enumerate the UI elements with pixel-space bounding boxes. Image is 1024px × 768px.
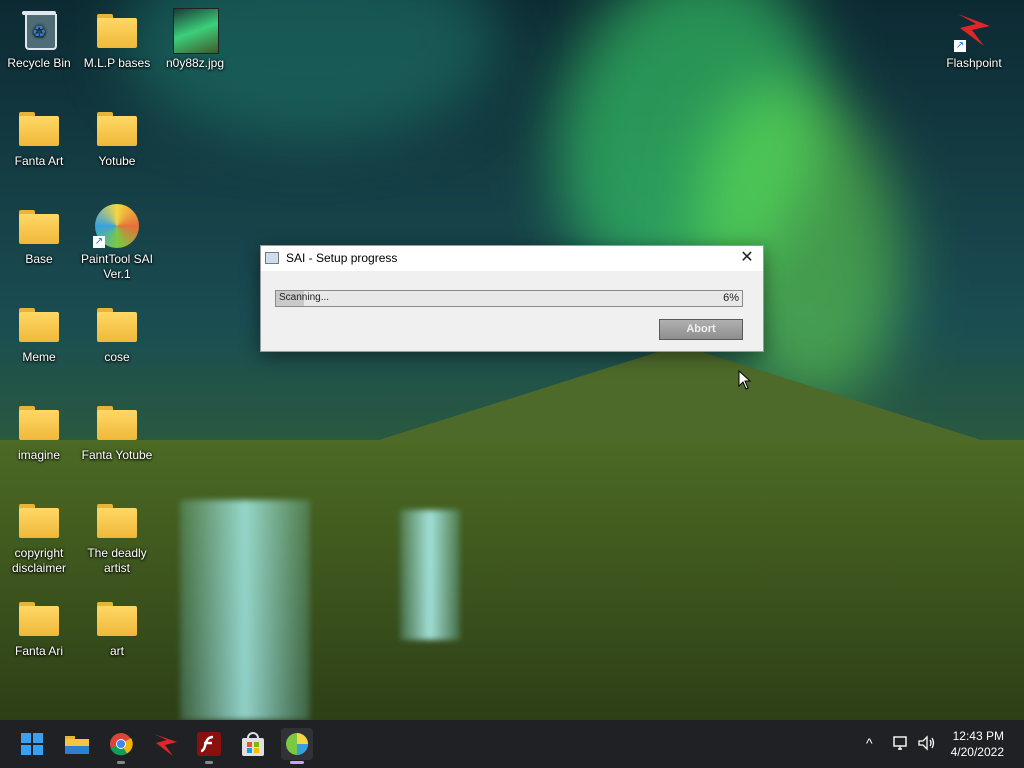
running-indicator [117,761,125,764]
flashpoint-icon [154,734,177,756]
desktop-icon-label: The deadly artist [87,546,147,575]
network-icon[interactable] [892,734,910,752]
desktop-icon-base[interactable]: Base [1,204,77,267]
desktop-icon-label: Yotube [98,154,136,168]
folder-icon [15,498,63,542]
setup-progress-dialog: SAI - Setup progress ✕ Scanning... 6% Ab… [260,245,764,352]
desktop-icon-the-deadly-artist[interactable]: The deadly artist [79,498,155,576]
desktop-icon-label: art [109,644,124,658]
desktop-icon-label: Fanta Ari [14,644,64,658]
mouse-cursor-icon [738,370,752,390]
folder-icon [15,204,63,248]
dialog-titlebar[interactable]: SAI - Setup progress ✕ [261,246,763,270]
folder-icon [93,106,141,150]
desktop-icon-meme[interactable]: Meme [1,302,77,365]
shortcut-arrow-icon: ↗ [93,236,105,248]
desktop-icon-mlp-bases[interactable]: M.L.P bases [79,8,155,71]
desktop-icon-label: M.L.P bases [83,56,151,70]
taskbar-file-explorer[interactable] [61,728,93,760]
shortcut-arrow-icon: ↗ [954,40,966,52]
folder-icon [15,400,63,444]
desktop-icon-yotube[interactable]: Yotube [79,106,155,169]
desktop-icon-cose[interactable]: cose [79,302,155,365]
window-app-icon [265,252,279,264]
desktop-icon-label: Fanta Yotube [81,448,153,462]
taskbar-flash[interactable] [193,728,225,764]
desktop-icon-label: copyright disclaimer [11,546,66,575]
show-hidden-icons-chevron[interactable]: ^ [866,735,873,751]
taskbar: ^ 12:43 PM 4/20/2022 [0,720,1024,768]
desktop-icon-painttool-sai[interactable]: ↗ PaintTool SAI Ver.1 [79,204,155,282]
taskbar-clock[interactable]: 12:43 PM 4/20/2022 [951,728,1004,760]
active-indicator [290,761,304,764]
recycle-bin-icon: ♻ [15,8,63,52]
meadow [0,440,1024,720]
desktop-icon-label: Base [25,252,53,266]
desktop-icon-label: Meme [22,350,56,364]
desktop-icon-copyright-disclaimer[interactable]: copyright disclaimer [1,498,77,576]
taskbar-painttool-sai[interactable] [281,728,313,764]
paint-tool-sai-icon: ↗ [93,204,141,248]
desktop-icon-label: PaintTool SAI Ver.1 [80,252,154,281]
dialog-content: Scanning... 6% Abort [261,271,763,351]
running-indicator [205,761,213,764]
image-thumbnail-icon [171,8,219,54]
desktop-icon-n0y88z-jpg[interactable]: n0y88z.jpg [157,8,233,71]
desktop-icon-label: Recycle Bin [7,56,71,70]
clock-time: 12:43 PM [952,729,1004,743]
desktop-icon-label: Fanta Art [14,154,64,168]
volume-icon[interactable] [917,734,937,752]
folder-icon [15,106,63,150]
desktop-icon-fanta-yotube[interactable]: Fanta Yotube [79,400,155,463]
desktop-icon-fanta-art[interactable]: Fanta Art [1,106,77,169]
waterfall [400,510,460,640]
setup-progress-bar: Scanning... 6% [275,290,743,307]
flashpoint-icon: ↗ [950,8,998,52]
desktop: ♻ Recycle Bin M.L.P bases n0y88z.jpg Fan… [0,0,1024,720]
close-icon[interactable]: ✕ [737,248,757,268]
desktop-icon-label: Flashpoint [946,56,1002,70]
desktop-icon-label: imagine [17,448,61,462]
file-explorer-icon [65,736,89,754]
desktop-icon-label: cose [104,350,130,364]
progress-percent-label: 6% [723,292,739,304]
taskbar-flashpoint[interactable] [149,728,181,760]
paint-tool-sai-icon [286,733,308,755]
desktop-icon-flashpoint[interactable]: ↗ Flashpoint [936,8,1012,71]
taskbar-chrome[interactable] [105,728,137,764]
abort-button[interactable]: Abort [659,319,743,340]
chrome-icon [110,733,133,756]
folder-icon [93,400,141,444]
desktop-icon-label: n0y88z.jpg [165,56,225,70]
clock-date: 4/20/2022 [950,745,1004,759]
folder-icon [93,596,141,640]
folder-icon [93,498,141,542]
folder-icon [15,596,63,640]
folder-icon [15,302,63,346]
folder-icon [93,302,141,346]
flash-icon [197,732,221,756]
waterfall [180,500,310,720]
desktop-icon-art[interactable]: art [79,596,155,659]
taskbar-store[interactable] [237,728,269,760]
dialog-title: SAI - Setup progress [286,251,398,265]
progress-status-text: Scanning... [279,292,330,303]
store-icon [242,732,264,756]
desktop-icon-recycle-bin[interactable]: ♻ Recycle Bin [1,8,77,71]
desktop-icon-imagine[interactable]: imagine [1,400,77,463]
start-icon [21,733,43,755]
start-button[interactable] [16,728,48,760]
desktop-icon-fanta-ari[interactable]: Fanta Ari [1,596,77,659]
folder-icon [93,8,141,52]
